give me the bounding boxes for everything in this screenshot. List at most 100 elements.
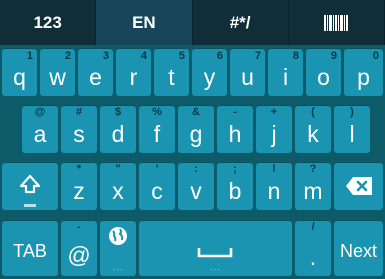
key-sub-label: 4 bbox=[140, 50, 147, 62]
key-r[interactable]: 4r bbox=[116, 48, 151, 96]
key-sub-label: 2 bbox=[64, 50, 71, 62]
key-j[interactable]: + j bbox=[256, 105, 292, 153]
mode-tab-bar: 123 EN #*/ bbox=[0, 0, 385, 45]
space-key[interactable]: ··· bbox=[139, 220, 292, 276]
key-sub-label: $ bbox=[114, 106, 122, 118]
key-label: u bbox=[241, 64, 254, 90]
key-k[interactable]: (k bbox=[295, 105, 331, 153]
key-s[interactable]: # s bbox=[61, 105, 97, 153]
key-y[interactable]: 6y bbox=[192, 48, 227, 96]
key-label: . bbox=[309, 244, 317, 270]
key-d[interactable]: $ d bbox=[100, 105, 136, 153]
key-label: x bbox=[112, 178, 124, 204]
key-f[interactable]: % f bbox=[139, 105, 175, 153]
key-p[interactable]: 0p bbox=[344, 48, 383, 96]
key-q[interactable]: 1q bbox=[2, 48, 37, 96]
key-label: r bbox=[129, 64, 138, 90]
key-u[interactable]: 7u bbox=[230, 48, 265, 96]
next-key-label: Next bbox=[339, 241, 377, 261]
key-dots: ··· bbox=[112, 265, 124, 274]
key-t[interactable]: 5t bbox=[154, 48, 189, 96]
key-n[interactable]: ! n bbox=[256, 162, 292, 210]
key-row-3: * z " x ' c :v ; b ! n ? m bbox=[0, 159, 385, 211]
key-sub-label: 9 bbox=[330, 50, 337, 62]
shift-icon bbox=[19, 174, 41, 194]
globe-icon bbox=[109, 227, 127, 245]
key-sub-label: ' bbox=[155, 163, 159, 175]
period-key[interactable]: /. bbox=[295, 220, 331, 276]
key-sub-label: / bbox=[311, 221, 315, 233]
key-c[interactable]: ' c bbox=[139, 162, 175, 210]
key-h[interactable]: -h bbox=[217, 105, 253, 153]
key-label: j bbox=[271, 121, 277, 147]
key-row-4: TAB - @ ··· ··· /. Next bbox=[0, 217, 385, 279]
key-label: i bbox=[282, 64, 289, 90]
key-label: p bbox=[357, 64, 370, 90]
key-l[interactable]: ) l bbox=[334, 105, 370, 153]
key-sub-label: * bbox=[76, 163, 82, 175]
tab-english[interactable]: EN bbox=[96, 0, 193, 45]
key-sub-label: : bbox=[194, 163, 198, 175]
tab-barcode[interactable] bbox=[288, 0, 385, 45]
key-label: o bbox=[317, 64, 330, 90]
space-icon bbox=[197, 248, 233, 258]
key-sub-label: 7 bbox=[254, 50, 261, 62]
tab-numbers[interactable]: 123 bbox=[0, 0, 97, 45]
key-w[interactable]: 2w bbox=[40, 48, 75, 96]
backspace-icon bbox=[346, 177, 372, 195]
key-label: f bbox=[153, 121, 161, 147]
key-label: l bbox=[349, 121, 355, 147]
key-sub-label: 5 bbox=[178, 50, 185, 62]
tab-key[interactable]: TAB bbox=[2, 220, 58, 276]
key-sub-label: # bbox=[75, 106, 83, 118]
key-sub-label: ! bbox=[272, 163, 276, 175]
key-label: t bbox=[168, 64, 175, 90]
key-label: w bbox=[49, 64, 66, 90]
key-sub-label: 3 bbox=[102, 50, 109, 62]
at-key[interactable]: - @ bbox=[61, 220, 97, 276]
tab-key-label: TAB bbox=[13, 241, 47, 261]
key-b[interactable]: ; b bbox=[217, 162, 253, 210]
key-e[interactable]: 3e bbox=[78, 48, 113, 96]
barcode-icon bbox=[323, 14, 349, 31]
next-key[interactable]: Next bbox=[334, 220, 383, 276]
key-a[interactable]: @ a bbox=[22, 105, 58, 153]
key-row-2: @ a # s $ d % f & g -h + j (k ) l bbox=[0, 102, 385, 154]
tab-numbers-label: 123 bbox=[33, 12, 62, 32]
shift-key[interactable] bbox=[2, 162, 58, 210]
key-o[interactable]: 9o bbox=[306, 48, 341, 96]
key-label: k bbox=[307, 121, 319, 147]
key-z[interactable]: * z bbox=[61, 162, 97, 210]
key-label: e bbox=[89, 64, 102, 90]
key-sub-label: - bbox=[77, 221, 81, 233]
key-g[interactable]: & g bbox=[178, 105, 214, 153]
tab-symbols-label: #*/ bbox=[229, 12, 251, 32]
tab-symbols[interactable]: #*/ bbox=[192, 0, 289, 45]
key-label: @ bbox=[67, 242, 91, 268]
key-sub-label: ; bbox=[233, 163, 237, 175]
key-label: g bbox=[189, 121, 203, 147]
key-m[interactable]: ? m bbox=[295, 162, 331, 210]
backspace-key[interactable] bbox=[334, 162, 383, 210]
key-sub-label: " bbox=[115, 163, 121, 175]
key-x[interactable]: " x bbox=[100, 162, 136, 210]
key-i[interactable]: 8i bbox=[268, 48, 303, 96]
key-label: s bbox=[73, 121, 85, 147]
key-label: q bbox=[13, 64, 26, 90]
tab-english-label: EN bbox=[132, 12, 156, 32]
key-sub-label: 0 bbox=[372, 50, 379, 62]
key-sub-label: & bbox=[192, 106, 200, 118]
key-v[interactable]: :v bbox=[178, 162, 214, 210]
key-sub-label: - bbox=[233, 106, 237, 118]
language-key[interactable]: ··· bbox=[100, 220, 136, 276]
key-sub-label: ) bbox=[350, 106, 354, 118]
key-label: n bbox=[267, 178, 281, 204]
key-label: m bbox=[303, 178, 323, 204]
key-sub-label: 6 bbox=[216, 50, 223, 62]
key-label: a bbox=[33, 121, 47, 147]
key-sub-label: + bbox=[270, 106, 278, 118]
key-label: y bbox=[203, 64, 216, 90]
key-label: z bbox=[73, 178, 85, 204]
key-label: v bbox=[190, 178, 202, 204]
key-sub-label: @ bbox=[34, 106, 46, 118]
